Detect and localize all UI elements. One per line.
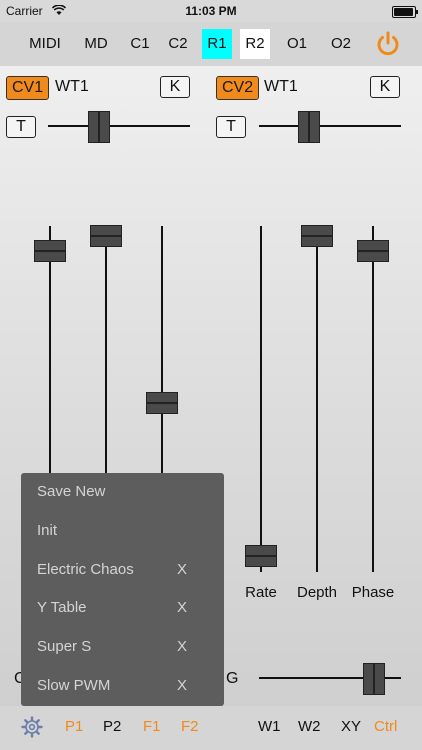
phase-label: Phase	[351, 584, 395, 601]
cv2-badge[interactable]: CV2	[216, 76, 260, 100]
left-slider-2-knob[interactable]	[90, 225, 122, 247]
rate-slider-knob[interactable]	[245, 545, 277, 567]
tab-p2[interactable]: P2	[103, 718, 121, 735]
phase-slider-track[interactable]	[372, 226, 374, 572]
tab-xy[interactable]: XY	[341, 718, 361, 735]
tab-r2[interactable]: R2	[240, 29, 270, 59]
left-slider-3-knob[interactable]	[146, 392, 178, 414]
left-slider-1-knob[interactable]	[34, 240, 66, 262]
cv2-k-button[interactable]: K	[370, 76, 400, 98]
tab-r1[interactable]: R1	[202, 29, 232, 59]
menu-item-label: Y Table	[37, 599, 87, 616]
tab-w1[interactable]: W1	[258, 718, 281, 735]
tab-ctrl[interactable]: Ctrl	[374, 718, 397, 735]
tab-o1[interactable]: O1	[283, 29, 311, 59]
tab-md[interactable]: MD	[80, 29, 112, 59]
tab-midi[interactable]: MIDI	[26, 29, 64, 59]
top-tab-bar: MIDI MD C1 C2 R1 R2 O1 O2	[0, 22, 422, 66]
menu-item-label: Init	[37, 522, 58, 539]
phase-slider-knob[interactable]	[357, 240, 389, 262]
power-icon[interactable]	[374, 30, 402, 58]
cv2-t-button[interactable]: T	[216, 116, 246, 138]
delete-icon[interactable]: X	[177, 667, 187, 705]
left-slider-1-track[interactable]	[49, 226, 51, 486]
menu-item-y-table[interactable]: Y Table X	[21, 589, 224, 627]
clock: 11:03 PM	[185, 4, 237, 18]
cv2-slider-track[interactable]	[259, 125, 401, 127]
menu-item-label: Super S	[37, 638, 92, 655]
bottom-slider-knob[interactable]	[363, 663, 385, 695]
tab-f1[interactable]: F1	[143, 718, 161, 735]
depth-slider-track[interactable]	[316, 226, 318, 572]
menu-item-super-s[interactable]: Super S X	[21, 628, 224, 666]
tab-p1[interactable]: P1	[65, 718, 83, 735]
delete-icon[interactable]: X	[177, 589, 187, 627]
left-slider-2-track[interactable]	[105, 226, 107, 486]
rate-label: Rate	[245, 584, 277, 601]
cv1-t-button[interactable]: T	[6, 116, 36, 138]
cv2-wavetable-name: WT1	[264, 78, 298, 95]
status-bar: Carrier 11:03 PM	[0, 0, 422, 22]
menu-item-label: Slow PWM	[37, 677, 111, 694]
menu-item-slow-pwm[interactable]: Slow PWM X	[21, 667, 224, 705]
rate-slider-track[interactable]	[260, 226, 262, 572]
tab-f2[interactable]: F2	[181, 718, 199, 735]
cv1-badge[interactable]: CV1	[6, 76, 50, 100]
tab-w2[interactable]: W2	[298, 718, 321, 735]
cv1-slider-knob[interactable]	[88, 111, 110, 143]
bottom-mid-label: G	[226, 670, 239, 687]
menu-item-init[interactable]: Init	[21, 512, 224, 550]
menu-item-save-new[interactable]: Save New	[21, 473, 224, 511]
depth-slider-knob[interactable]	[301, 225, 333, 247]
tab-c1[interactable]: C1	[126, 29, 154, 59]
cv1-k-button[interactable]: K	[160, 76, 190, 98]
menu-item-label: Electric Chaos	[37, 561, 134, 578]
battery-icon	[392, 6, 418, 18]
cv1-slider-track[interactable]	[48, 125, 190, 127]
depth-label: Depth	[296, 584, 338, 601]
menu-item-label: Save New	[37, 483, 106, 500]
preset-menu: Save New Init Electric Chaos X Y Table X…	[21, 473, 224, 706]
cv2-slider-knob[interactable]	[298, 111, 320, 143]
left-slider-3-track[interactable]	[161, 226, 163, 486]
menu-item-electric-chaos[interactable]: Electric Chaos X	[21, 551, 224, 589]
cv1-wavetable-name: WT1	[55, 78, 89, 95]
tab-o2[interactable]: O2	[327, 29, 355, 59]
bottom-toolbar: P1 P2 F1 F2 W1 W2 XY Ctrl	[0, 706, 422, 750]
delete-icon[interactable]: X	[177, 551, 187, 589]
tab-c2[interactable]: C2	[164, 29, 192, 59]
gear-icon[interactable]	[21, 716, 43, 738]
delete-icon[interactable]: X	[177, 628, 187, 666]
